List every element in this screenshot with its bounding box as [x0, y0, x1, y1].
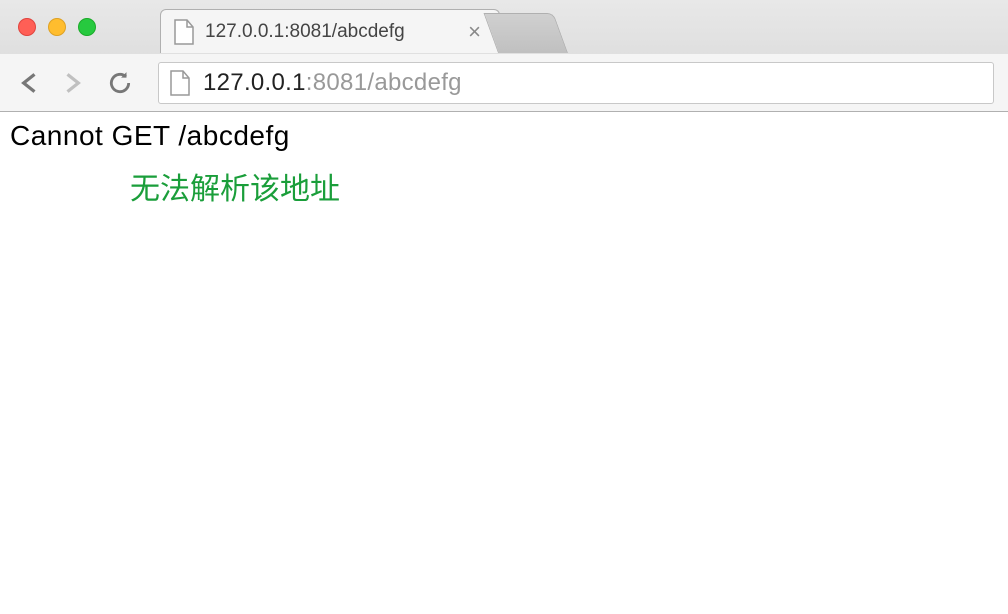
forward-button[interactable]	[60, 69, 88, 97]
browser-tab[interactable]: 127.0.0.1:8081/abcdefg ×	[160, 9, 500, 53]
tab-bar: 127.0.0.1:8081/abcdefg ×	[0, 0, 1008, 53]
window-maximize-button[interactable]	[78, 18, 96, 36]
toolbar: 127.0.0.1:8081/abcdefg	[0, 53, 1008, 111]
address-bar[interactable]: 127.0.0.1:8081/abcdefg	[158, 62, 994, 104]
file-icon	[169, 70, 191, 96]
reload-button[interactable]	[106, 69, 134, 97]
new-tab-button[interactable]	[483, 13, 568, 53]
address-text: 127.0.0.1:8081/abcdefg	[203, 69, 462, 97]
file-icon	[173, 19, 195, 45]
traffic-lights	[18, 18, 96, 36]
page-content: Cannot GET /abcdefg 无法解析该地址	[0, 112, 1008, 216]
browser-chrome: 127.0.0.1:8081/abcdefg ×	[0, 0, 1008, 112]
window-minimize-button[interactable]	[48, 18, 66, 36]
error-message: Cannot GET /abcdefg	[10, 120, 998, 152]
window-close-button[interactable]	[18, 18, 36, 36]
address-host: 127.0.0.1	[203, 69, 306, 96]
annotation-text: 无法解析该地址	[130, 164, 998, 208]
tab-title: 127.0.0.1:8081/abcdefg	[205, 21, 462, 43]
back-button[interactable]	[14, 69, 42, 97]
address-port-path: :8081/abcdefg	[306, 69, 462, 96]
tab-close-icon[interactable]: ×	[462, 19, 487, 45]
